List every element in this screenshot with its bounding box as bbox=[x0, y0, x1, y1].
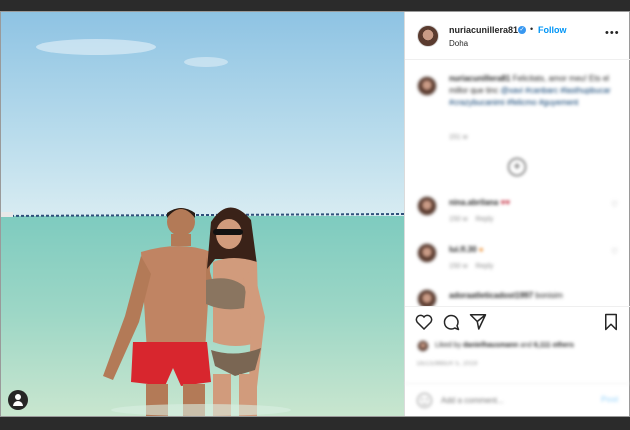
bottom-dark-band bbox=[0, 417, 630, 430]
load-more-icon[interactable]: + bbox=[508, 158, 526, 176]
comments-list[interactable]: nuriacunillera81 Felicitats, amor meu! E… bbox=[405, 61, 630, 306]
caption-username[interactable]: nuriacunillera81 bbox=[449, 74, 510, 83]
heart-icon[interactable]: ♡ bbox=[611, 200, 618, 209]
top-dark-band bbox=[0, 0, 630, 11]
comment-input[interactable] bbox=[441, 393, 581, 408]
likes-prefix: Liked by bbox=[435, 342, 462, 349]
post-photo[interactable] bbox=[1, 12, 404, 416]
avatar[interactable] bbox=[417, 76, 437, 96]
comment-username[interactable]: nina.abrilana bbox=[449, 198, 498, 207]
list-item: adoraatleticadost1997 bonisim bbox=[405, 289, 630, 306]
avatar[interactable] bbox=[417, 289, 437, 306]
likes-count[interactable]: 6,111 others bbox=[534, 342, 574, 349]
share-icon[interactable] bbox=[469, 313, 487, 330]
post-header: nuriacunillera81 ✓ • Follow Doha ••• bbox=[405, 12, 630, 60]
comment-body: ♥♥ bbox=[500, 198, 511, 207]
post-actions-bar bbox=[405, 306, 630, 336]
likes-connector: and bbox=[520, 342, 532, 349]
comment-username[interactable]: adoraatleticadost1997 bbox=[449, 291, 533, 300]
likes-user[interactable]: danielhausmann bbox=[463, 342, 518, 349]
more-options-icon[interactable]: ••• bbox=[605, 27, 620, 39]
post-location[interactable]: Doha bbox=[449, 39, 468, 48]
user-tag-icon[interactable] bbox=[8, 390, 28, 410]
heart-icon[interactable] bbox=[415, 313, 433, 330]
comment-text: adoraatleticadost1997 bonisim bbox=[449, 291, 563, 300]
emoji-icon[interactable] bbox=[417, 393, 432, 408]
comment-meta: 150 w Reply bbox=[449, 263, 493, 270]
heart-icon[interactable]: ♡ bbox=[611, 247, 618, 256]
comment-time: 150 w bbox=[449, 216, 468, 223]
likes-text: Liked by danielhausmann and 6,111 others bbox=[435, 342, 574, 349]
separator-dot: • bbox=[530, 24, 534, 34]
caption-text: nuriacunillera81 Felicitats, amor meu! E… bbox=[449, 73, 619, 109]
post-comment-button[interactable]: Post bbox=[601, 395, 618, 404]
likes-summary[interactable]: Liked by danielhausmann and 6,111 others bbox=[405, 338, 630, 358]
add-comment-bar: Post bbox=[405, 383, 630, 416]
comment-username[interactable]: lui.fl.30 bbox=[449, 245, 477, 254]
follow-button[interactable]: Follow bbox=[538, 25, 567, 35]
avatar[interactable] bbox=[417, 340, 429, 352]
comment-text: nina.abrilana ♥♥ bbox=[449, 198, 510, 207]
list-item: lui.fl.30 ● 150 w Reply ♡ bbox=[405, 243, 630, 283]
comment-meta: 150 w Reply bbox=[449, 216, 493, 223]
avatar[interactable] bbox=[417, 196, 437, 216]
post-date[interactable]: DECEMBER 5, 2019 bbox=[417, 361, 478, 367]
comment-time: 150 w bbox=[449, 263, 468, 270]
list-item: nina.abrilana ♥♥ 150 w Reply ♡ bbox=[405, 196, 630, 236]
verified-badge-icon: ✓ bbox=[518, 26, 526, 34]
comment-icon[interactable] bbox=[442, 313, 460, 331]
comment-text: lui.fl.30 ● bbox=[449, 245, 484, 254]
avatar[interactable] bbox=[417, 243, 437, 263]
post-username[interactable]: nuriacunillera81 bbox=[449, 25, 518, 35]
instagram-post-modal: nuriacunillera81 ✓ • Follow Doha ••• nur… bbox=[0, 11, 630, 417]
reply-button[interactable]: Reply bbox=[475, 216, 493, 223]
bookmark-icon[interactable] bbox=[604, 313, 618, 331]
caption-time: 151 w bbox=[449, 134, 468, 141]
avatar[interactable] bbox=[417, 25, 439, 47]
post-side-panel: nuriacunillera81 ✓ • Follow Doha ••• nur… bbox=[404, 12, 630, 416]
comment-body: ● bbox=[478, 245, 484, 254]
reply-button[interactable]: Reply bbox=[475, 263, 493, 270]
comment-body: bonisim bbox=[535, 291, 563, 300]
